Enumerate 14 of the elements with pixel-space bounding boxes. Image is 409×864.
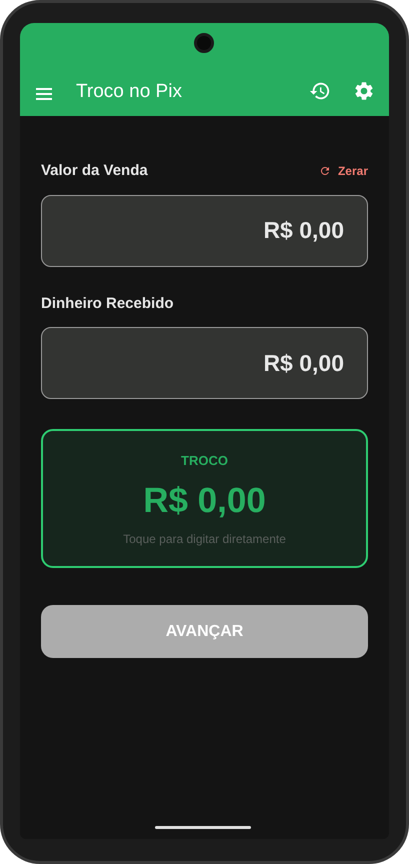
- amount-field[interactable]: R$ 0,00: [41, 194, 368, 266]
- change-amount: R$ 0,00: [143, 482, 266, 518]
- change-card[interactable]: TROCO R$ 0,00 Toque para digitar diretamente: [41, 429, 368, 568]
- menu-icon[interactable]: [34, 86, 54, 102]
- field-label: Valor da Venda: [41, 161, 148, 181]
- history-icon[interactable]: [309, 80, 331, 102]
- tap-hint: Toque para digitar diretamente: [123, 530, 286, 548]
- reset-button[interactable]: Zerar: [318, 162, 368, 180]
- change-label: TROCO: [181, 452, 228, 470]
- settings-icon[interactable]: [353, 80, 375, 102]
- refresh-icon: [318, 165, 331, 178]
- app-title: Troco no Pix: [76, 82, 183, 102]
- field-label: Dinheiro Recebido: [41, 294, 174, 314]
- amount-field[interactable]: R$ 0,00: [41, 327, 368, 399]
